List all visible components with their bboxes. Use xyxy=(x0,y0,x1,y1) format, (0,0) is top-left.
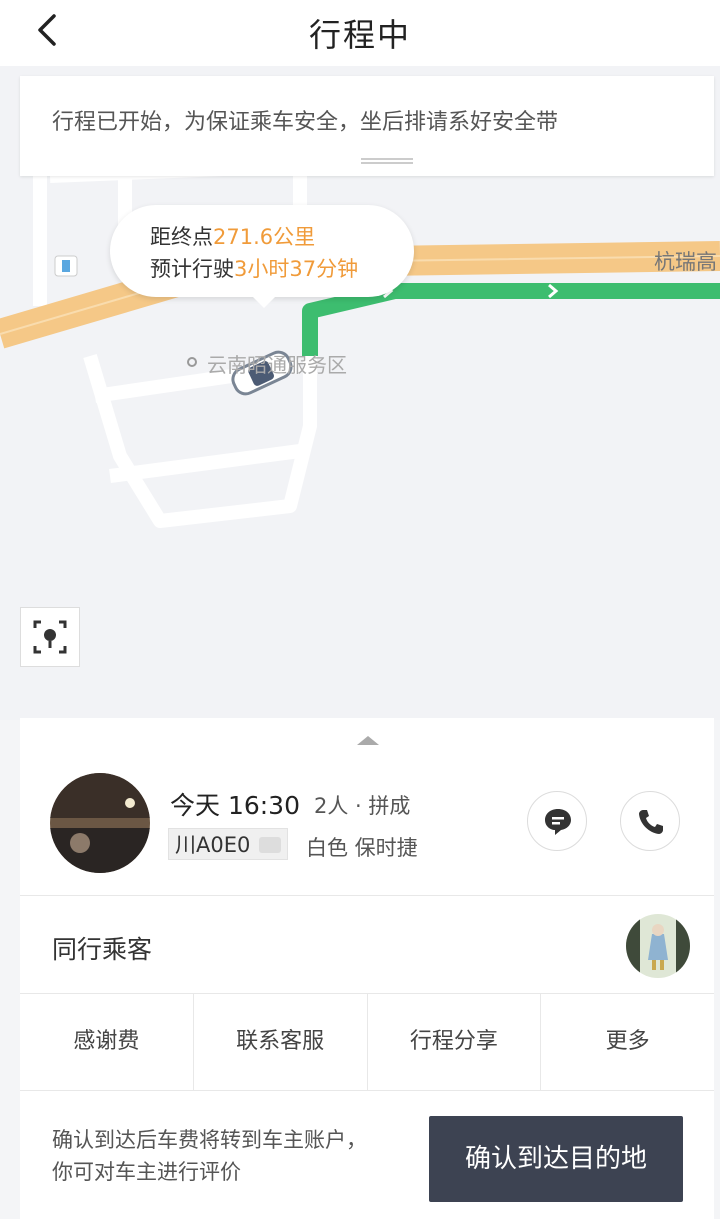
locate-button[interactable] xyxy=(20,607,80,667)
eta-bubble: 距终点271.6公里 预计行驶3小时37分钟 xyxy=(110,205,414,308)
trip-meta: 2人 · 拼成 xyxy=(314,794,411,818)
more-button[interactable]: 更多 xyxy=(541,994,714,1090)
plate-number: 川A0E0 xyxy=(175,833,251,857)
car-description: 白色 保时捷 xyxy=(306,836,418,860)
trip-panel: 今天 16:30 2人 · 拼成 川A0E0 白色 保时捷 同行乘客 感谢费 联… xyxy=(20,718,714,1219)
share-trip-button[interactable]: 行程分享 xyxy=(368,994,542,1090)
distance-value: 271.6公里 xyxy=(213,225,316,249)
locate-icon xyxy=(33,620,67,654)
message-button[interactable] xyxy=(527,791,587,851)
notice-text: 行程已开始，为保证乘车安全，坐后排请系好安全带 xyxy=(52,110,559,135)
tip-button[interactable]: 感谢费 xyxy=(20,994,194,1090)
eta-prefix: 预计行驶 xyxy=(150,257,234,281)
divider xyxy=(20,1090,714,1091)
chat-bubble-icon xyxy=(545,809,571,835)
fellow-passengers-label: 同行乘客 xyxy=(52,935,153,964)
road-label: 杭瑞高 xyxy=(654,250,717,274)
distance-prefix: 距终点 xyxy=(150,225,213,249)
eta-value: 3小时37分钟 xyxy=(234,257,359,281)
expand-arrow-icon[interactable] xyxy=(357,736,379,745)
back-button[interactable] xyxy=(30,10,70,50)
distance-line: 距终点271.6公里 xyxy=(150,221,315,251)
arrival-hint: 确认到达后车费将转到车主账户，你可对车主进行评价 xyxy=(52,1128,367,1184)
phone-icon xyxy=(639,810,663,834)
call-button[interactable] xyxy=(620,791,680,851)
fellow-passenger-avatar[interactable] xyxy=(626,914,690,978)
eta-line: 预计行驶3小时37分钟 xyxy=(150,253,358,283)
top-bar: 行程中 xyxy=(0,0,720,66)
trip-time: 今天 16:30 xyxy=(170,791,300,820)
contact-support-button[interactable]: 联系客服 xyxy=(194,994,368,1090)
action-bar: 感谢费 联系客服 行程分享 更多 xyxy=(20,994,714,1090)
driver-photo xyxy=(50,773,150,873)
chevron-left-icon xyxy=(38,14,56,46)
safety-notice[interactable]: 行程已开始，为保证乘车安全，坐后排请系好安全带 xyxy=(20,76,714,176)
page-title: 行程中 xyxy=(308,16,411,54)
divider xyxy=(20,895,714,896)
driver-avatar[interactable] xyxy=(50,773,150,873)
license-plate: 川A0E0 xyxy=(168,828,288,860)
poi-label: 云南昭通服务区 xyxy=(207,353,347,377)
confirm-arrival-button[interactable]: 确认到达目的地 xyxy=(429,1116,683,1202)
plate-blur xyxy=(259,837,281,853)
drag-handle[interactable] xyxy=(361,158,413,164)
fellow-photo xyxy=(626,914,690,978)
